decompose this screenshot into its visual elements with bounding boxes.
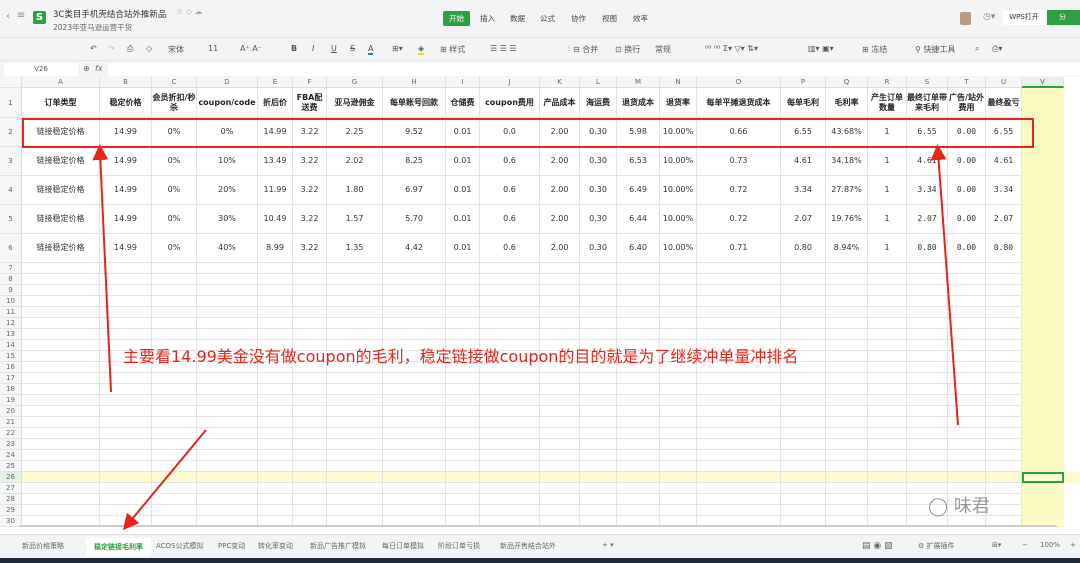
arrow-to-tab (122, 429, 207, 531)
watermark: ◯ 味君 (928, 496, 990, 517)
arrow-to-row2-left (92, 144, 112, 393)
annotation-arrows (92, 144, 959, 531)
arrow-to-row2-right (930, 144, 959, 426)
